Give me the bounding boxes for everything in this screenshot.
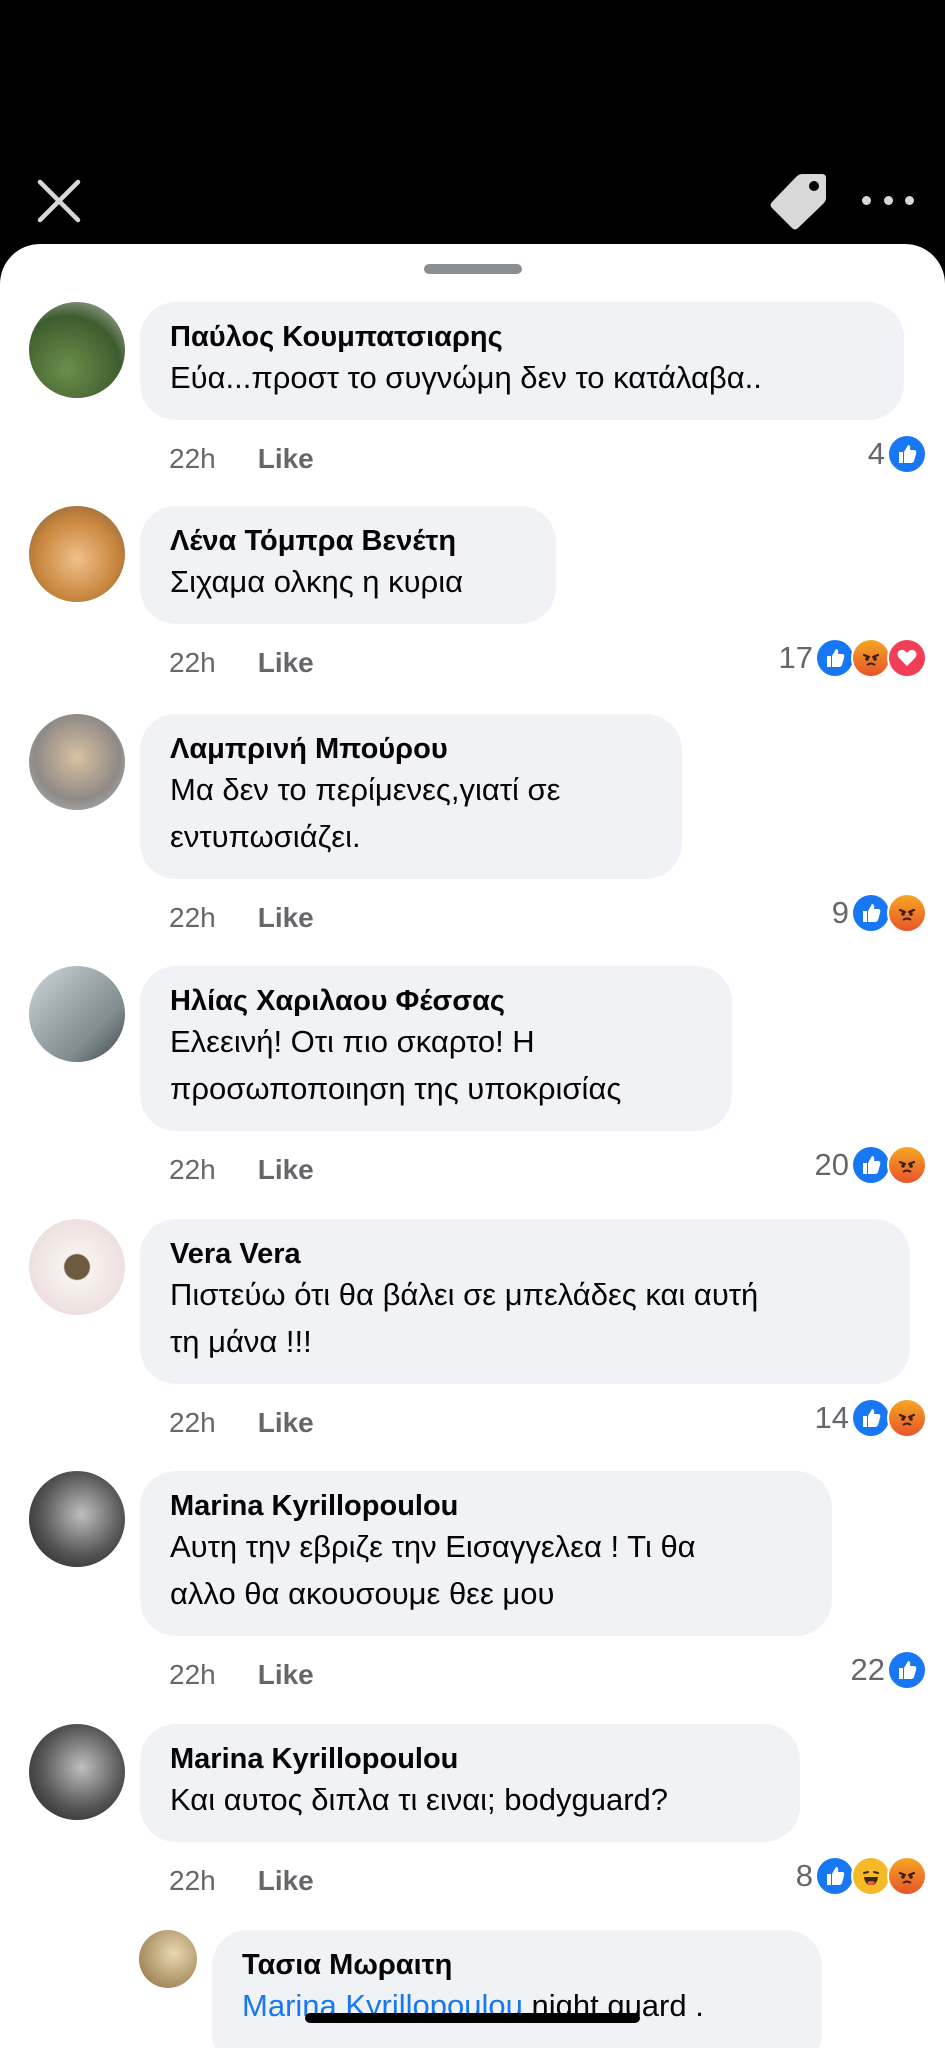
comment-author[interactable]: Λένα Τόμπρα Βενέτη — [170, 524, 528, 558]
reaction-count: 22 — [850, 1652, 885, 1687]
comment-time: 22h — [169, 647, 216, 678]
avatar[interactable] — [29, 302, 125, 398]
comment-text-line: Πιστεύω ότι θα βάλει σε μπελάδες και αυτ… — [170, 1277, 759, 1312]
reaction-count: 14 — [814, 1400, 849, 1435]
comment-meta: 22h Like — [169, 1407, 314, 1439]
comment-time: 22h — [169, 443, 216, 474]
reply-bubble[interactable]: Τασια Μωραιτη Marina Kyrillopoulou night… — [212, 1930, 822, 2048]
like-button[interactable]: Like — [258, 1865, 314, 1897]
comment-text-line: Ελεεινή! Οτι πιο σκαρτο! Η — [170, 1024, 535, 1059]
reactions-summary[interactable]: 4 — [868, 434, 927, 474]
comments-sheet: Παύλος Κουμπατσιαρης Εύα...προστ το συγνώ… — [0, 244, 945, 2048]
comment-text-line: Σιχαμα ολκης η κυρια — [170, 564, 464, 599]
reactions-summary[interactable]: 8 — [796, 1856, 927, 1896]
reactions-summary[interactable]: 14 — [815, 1398, 927, 1438]
like-button[interactable]: Like — [258, 1659, 314, 1691]
comment-bubble[interactable]: Vera Vera Πιστεύω ότι θα βάλει σε μπελάδε… — [140, 1219, 910, 1384]
like-reaction-icon — [887, 1650, 927, 1690]
comment-author[interactable]: Ηλίας Χαριλαου Φέσσας — [170, 984, 704, 1018]
comment-meta: 22h Like — [169, 443, 314, 475]
sheet-grabber[interactable] — [424, 264, 522, 274]
reply-author[interactable]: Τασια Μωραιτη — [242, 1948, 794, 1982]
avatar[interactable] — [29, 714, 125, 810]
comment-bubble[interactable]: Ηλίας Χαριλαου Φέσσας Ελεεινή! Οτι πιο σκ… — [140, 966, 732, 1131]
close-icon[interactable] — [34, 176, 84, 226]
like-button[interactable]: Like — [258, 443, 314, 475]
comment-meta: 22h Like — [169, 1865, 314, 1897]
reaction-count: 9 — [831, 895, 849, 930]
comment-time: 22h — [169, 1659, 216, 1690]
avatar[interactable] — [29, 1219, 125, 1315]
reaction-count: 8 — [795, 1858, 813, 1893]
comment-author[interactable]: Marina Kyrillopoulou — [170, 1742, 772, 1776]
reaction-count: 20 — [814, 1147, 849, 1182]
comment-meta: 22h Like — [169, 1154, 314, 1186]
avatar[interactable] — [29, 1471, 125, 1567]
avatar[interactable] — [29, 506, 125, 602]
comment-time: 22h — [169, 902, 216, 933]
like-button[interactable]: Like — [258, 902, 314, 934]
comment-author[interactable]: Marina Kyrillopoulou — [170, 1489, 804, 1523]
reactions-summary[interactable]: 20 — [815, 1145, 927, 1185]
comment-text-line: Μα δεν το περίμενες,γιατί σε — [170, 772, 561, 807]
comment-author[interactable]: Λαμπρινή Μπούρου — [170, 732, 654, 766]
comment-meta: 22h Like — [169, 647, 314, 679]
like-button[interactable]: Like — [258, 647, 314, 679]
love-reaction-icon — [887, 638, 927, 678]
reaction-count: 17 — [778, 640, 813, 675]
like-button[interactable]: Like — [258, 1407, 314, 1439]
avatar[interactable] — [29, 966, 125, 1062]
tag-icon[interactable] — [768, 170, 830, 230]
comment-text-line: τη μάνα !!! — [170, 1324, 312, 1359]
comment-author[interactable]: Vera Vera — [170, 1237, 882, 1271]
reactions-summary[interactable]: 17 — [779, 638, 927, 678]
top-bar — [0, 0, 945, 250]
comment-text-line: αλλο θα ακουσουμε θεε μου — [170, 1576, 555, 1611]
like-reaction-icon — [851, 1398, 891, 1438]
like-reaction-icon — [815, 638, 855, 678]
reactions-summary[interactable]: 9 — [832, 893, 927, 933]
angry-reaction-icon — [887, 1398, 927, 1438]
comment-bubble[interactable]: Marina Kyrillopoulou Και αυτος διπλα τι ε… — [140, 1724, 800, 1842]
comment-bubble[interactable]: Παύλος Κουμπατσιαρης Εύα...προστ το συγνώ… — [140, 302, 904, 420]
comment-bubble[interactable]: Λένα Τόμπρα Βενέτη Σιχαμα ολκης η κυρια — [140, 506, 556, 624]
comment-meta: 22h Like — [169, 1659, 314, 1691]
more-options-icon[interactable] — [862, 188, 914, 212]
comment-time: 22h — [169, 1154, 216, 1185]
comment-text-line: Εύα...προστ το συγνώμη δεν το κατάλαβα.. — [170, 360, 762, 395]
angry-reaction-icon — [887, 1145, 927, 1185]
haha-reaction-icon — [851, 1856, 891, 1896]
reaction-count: 4 — [867, 436, 885, 471]
comment-meta: 22h Like — [169, 902, 314, 934]
comment-text-line: εντυπωσιάζει. — [170, 819, 361, 854]
like-reaction-icon — [851, 893, 891, 933]
comment-time: 22h — [169, 1407, 216, 1438]
reactions-summary[interactable]: 22 — [851, 1650, 927, 1690]
avatar[interactable] — [139, 1930, 197, 1988]
comment-bubble[interactable]: Λαμπρινή Μπούρου Μα δεν το περίμενες,γιατ… — [140, 714, 682, 879]
comment-author[interactable]: Παύλος Κουμπατσιαρης — [170, 320, 876, 354]
angry-reaction-icon — [851, 638, 891, 678]
like-button[interactable]: Like — [258, 1154, 314, 1186]
comment-text-line: Αυτη την εβριζε την Εισαγγελεα ! Τι θα — [170, 1529, 696, 1564]
comment-text-line: Και αυτος διπλα τι ειναι; bodyguard? — [170, 1782, 669, 1817]
comment-time: 22h — [169, 1865, 216, 1896]
like-reaction-icon — [851, 1145, 891, 1185]
avatar[interactable] — [29, 1724, 125, 1820]
like-reaction-icon — [887, 434, 927, 474]
comment-bubble[interactable]: Marina Kyrillopoulou Αυτη την εβριζε την … — [140, 1471, 832, 1636]
home-indicator — [305, 2013, 640, 2023]
like-reaction-icon — [815, 1856, 855, 1896]
comment-text-line: προσωποποιηση της υποκρισίας — [170, 1071, 622, 1106]
angry-reaction-icon — [887, 1856, 927, 1896]
angry-reaction-icon — [887, 893, 927, 933]
